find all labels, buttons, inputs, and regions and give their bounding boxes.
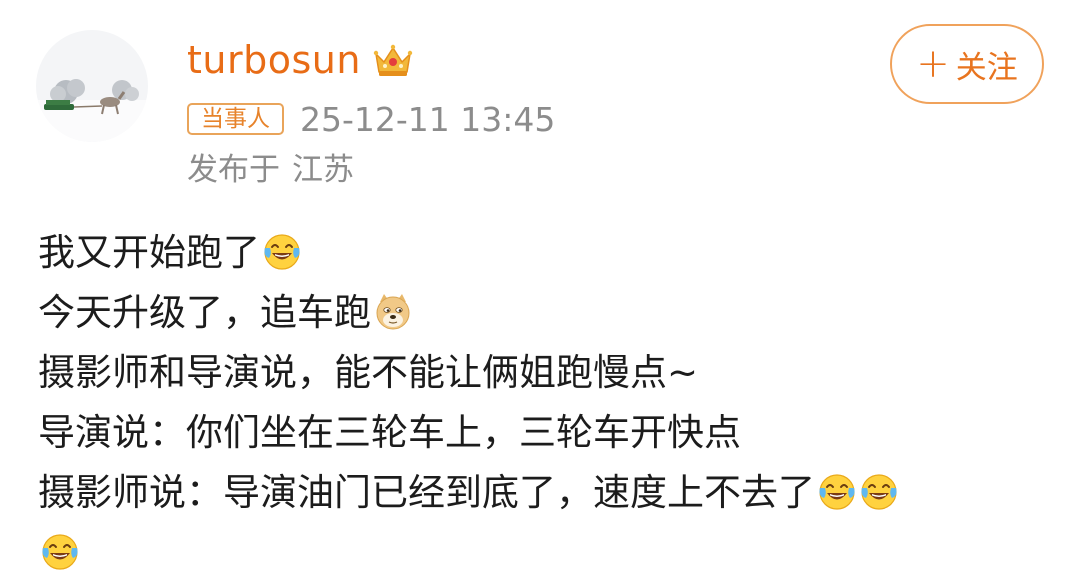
avatar[interactable] bbox=[36, 30, 148, 142]
post-text-line: 导演说：你们坐在三轮车上，三轮车开快点 bbox=[38, 402, 1048, 462]
username[interactable]: turbosun bbox=[187, 41, 361, 79]
doge-emoji bbox=[373, 292, 413, 332]
post-meta: 当事人 25-12-11 13:45 bbox=[187, 99, 555, 139]
location-prefix: 发布于 bbox=[187, 152, 280, 188]
post-text-line: 摄影师和导演说，能不能让俩姐跑慢点~ bbox=[38, 342, 1048, 402]
post-text-line: 我又开始跑了 bbox=[38, 222, 1048, 282]
laugh-cry-emoji bbox=[817, 472, 857, 512]
laugh-cry-emoji bbox=[859, 472, 899, 512]
post-content: 我又开始跑了今天升级了，追车跑摄影师和导演说，能不能让俩姐跑慢点~ 导演说：你们坐… bbox=[38, 222, 1048, 582]
laugh-cry-emoji bbox=[262, 232, 302, 272]
laugh-cry-emoji bbox=[40, 532, 80, 572]
post-text-line bbox=[38, 522, 1048, 582]
post-text: 今天升级了，追车跑 bbox=[38, 290, 371, 334]
post-text-line: 今天升级了，追车跑 bbox=[38, 282, 1048, 342]
follow-button[interactable]: + 关注 bbox=[890, 24, 1044, 104]
location-name: 江苏 bbox=[292, 152, 354, 188]
post-text: 导演说：你们坐在三轮车上，三轮车开快点 bbox=[38, 410, 741, 454]
post-text-line: 摄影师说：导演油门已经到底了，速度上不去了 bbox=[38, 462, 1048, 522]
post-timestamp: 25-12-11 13:45 bbox=[300, 99, 556, 139]
post-text: 摄影师说：导演油门已经到底了，速度上不去了 bbox=[38, 470, 815, 514]
post-location: 发布于 江苏 bbox=[187, 148, 354, 192]
plus-icon: + bbox=[916, 41, 950, 87]
post-text: 摄影师和导演说，能不能让俩姐跑慢点~ bbox=[38, 350, 699, 394]
role-badge: 当事人 bbox=[187, 103, 284, 135]
follow-label: 关注 bbox=[955, 49, 1018, 86]
post-text: 我又开始跑了 bbox=[38, 230, 260, 274]
avatar-image bbox=[36, 30, 148, 142]
crown-icon bbox=[371, 40, 415, 80]
user-header: turbosun bbox=[187, 30, 415, 90]
